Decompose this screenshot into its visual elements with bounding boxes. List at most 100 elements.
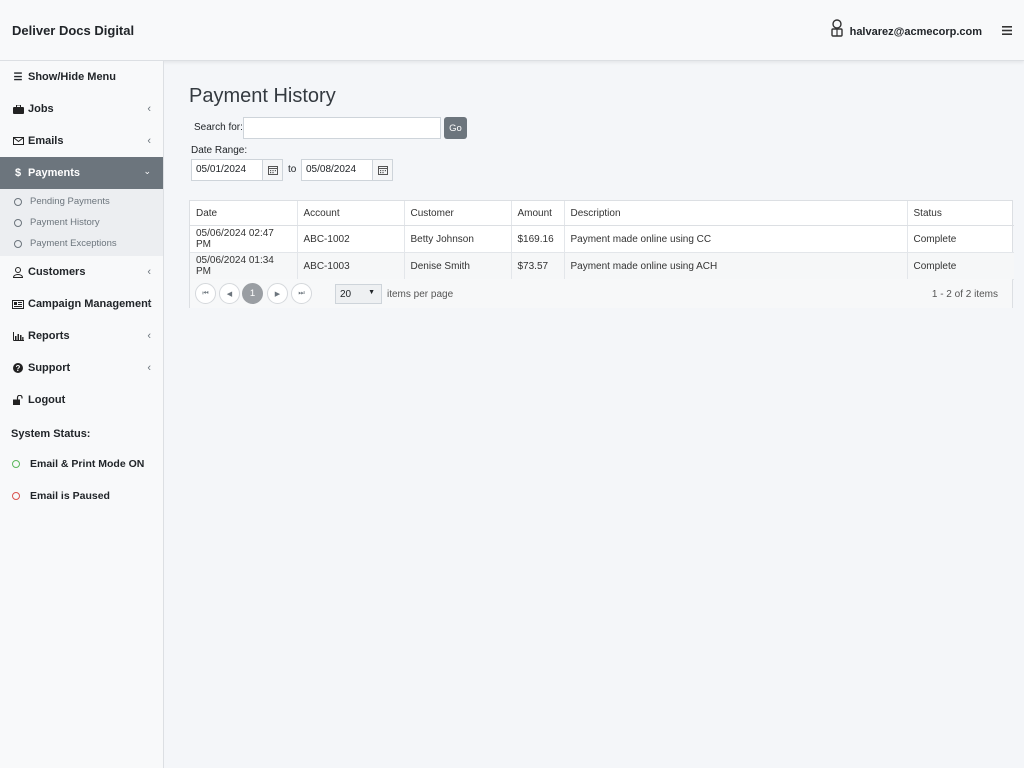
first-page-icon[interactable]: ⏮ [195, 283, 216, 304]
circle-icon [14, 197, 22, 206]
cell-description: Payment made online using CC [564, 225, 908, 253]
chevron-left-icon: ‹ [147, 362, 151, 374]
envelope-icon [12, 137, 24, 145]
cell-account: ABC-1003 [297, 252, 405, 280]
next-page-icon[interactable]: ▶ [267, 283, 288, 304]
column-header-status[interactable]: Status [907, 201, 1014, 226]
unlock-icon [12, 395, 24, 405]
grid-header-row: Date Account Customer Amount Description… [190, 201, 1014, 226]
user-icon [12, 266, 24, 278]
page-title: Payment History [189, 85, 336, 107]
pager-info: 1 - 2 of 2 items [931, 289, 998, 300]
column-header-amount[interactable]: Amount [511, 201, 565, 226]
sidebar-item-jobs[interactable]: Jobs ‹ [0, 93, 163, 125]
chevron-left-icon: ‹ [147, 330, 151, 342]
column-header-customer[interactable]: Customer [404, 201, 512, 226]
chevron-down-icon: ⌄ [143, 166, 151, 176]
menu-icon: ☰ [13, 71, 23, 83]
sidebar-subitem-payment-history[interactable]: Payment History [0, 212, 163, 233]
sidebar-item-reports[interactable]: Reports ‹ [0, 320, 163, 352]
newspaper-icon [12, 299, 24, 309]
dollar-icon: $ [14, 167, 22, 179]
payments-submenu: Pending Payments Payment History Payment… [0, 189, 163, 256]
cell-status: Complete [907, 252, 1014, 280]
page-size-value: 20 [340, 289, 352, 300]
cell-description: Payment made online using ACH [564, 252, 908, 280]
payment-history-grid: Date Account Customer Amount Description… [189, 200, 1014, 308]
date-from-calendar-button[interactable] [262, 159, 283, 181]
user-menu[interactable]: halvarez@acmecorp.com [830, 18, 982, 38]
question-circle-icon: ? [12, 363, 24, 373]
sidebar-item-label: Campaign Management [28, 298, 152, 310]
user-avatar-icon [830, 19, 843, 37]
sidebar-item-label: Emails [28, 135, 64, 147]
date-range-label: Date Range: [191, 145, 248, 156]
sidebar-item-label: Reports [28, 330, 70, 342]
brand-title: Deliver Docs Digital [12, 23, 135, 38]
sidebar-item-customers[interactable]: Customers ‹ [0, 256, 163, 288]
cell-date: 05/06/2024 02:47 PM [190, 225, 298, 253]
column-header-date[interactable]: Date [190, 201, 298, 226]
last-page-icon[interactable]: ⏭ [291, 283, 312, 304]
status-email-print-mode: Email & Print Mode ON [0, 448, 163, 480]
user-email: halvarez@acmecorp.com [849, 26, 982, 38]
current-page-button[interactable]: 1 [242, 283, 263, 304]
grid-pager: ⏮ ◀ 1 ▶ ⏭ 20 ▼ items per page 1 - 2 of 2… [190, 279, 1012, 308]
date-to-calendar-button[interactable] [372, 159, 393, 181]
sidebar-item-campaign-management[interactable]: Campaign Management ‹ [0, 288, 163, 320]
sidebar-item-label: Logout [28, 394, 66, 406]
sidebar-item-label: Show/Hide Menu [28, 71, 116, 83]
sidebar-item-label: Jobs [28, 103, 54, 115]
column-header-account[interactable]: Account [297, 201, 405, 226]
status-paused-icon [12, 492, 20, 500]
system-status-title: System Status: [11, 428, 91, 440]
search-label: Search for: [194, 122, 243, 133]
cell-amount: $73.57 [511, 252, 565, 280]
calendar-icon [377, 166, 388, 175]
sidebar-item-label: Customers [28, 266, 86, 278]
chevron-left-icon: ‹ [147, 266, 151, 278]
sidebar-subitem-label: Pending Payments [30, 196, 110, 207]
date-to-input[interactable]: 05/08/2024 [301, 159, 373, 181]
go-button[interactable]: Go [444, 117, 467, 139]
briefcase-icon [12, 104, 24, 114]
date-from-input[interactable]: 05/01/2024 [191, 159, 263, 181]
cell-status: Complete [907, 225, 1014, 253]
page-size-select[interactable]: 20 ▼ [335, 284, 382, 304]
cell-amount: $169.16 [511, 225, 565, 253]
table-row[interactable]: 05/06/2024 02:47 PM ABC-1002 Betty Johns… [190, 225, 1014, 253]
status-on-icon [12, 460, 20, 468]
sidebar-item-logout[interactable]: Logout [0, 384, 163, 416]
table-row[interactable]: 05/06/2024 01:34 PM ABC-1003 Denise Smit… [190, 252, 1014, 280]
status-label: Email is Paused [30, 490, 110, 502]
calendar-icon [267, 166, 278, 175]
top-header: Deliver Docs Digital halvarez@acmecorp.c… [0, 0, 1024, 61]
cell-customer: Denise Smith [404, 252, 512, 280]
circle-icon [14, 239, 22, 248]
date-range-to-label: to [288, 164, 297, 175]
sidebar-subitem-payment-exceptions[interactable]: Payment Exceptions [0, 233, 163, 254]
hamburger-menu-icon[interactable] [1002, 26, 1012, 35]
cell-date: 05/06/2024 01:34 PM [190, 252, 298, 280]
circle-icon [14, 218, 22, 227]
sidebar-item-emails[interactable]: Emails ‹ [0, 125, 163, 157]
search-input[interactable] [243, 117, 441, 139]
status-email-paused: Email is Paused [0, 480, 163, 512]
svg-text:?: ? [16, 364, 21, 373]
sidebar-item-label: Support [28, 362, 71, 374]
sidebar: ☰ Show/Hide Menu Jobs ‹ Emails ‹ $ Payme… [0, 61, 164, 768]
sidebar-item-payments[interactable]: $ Payments ⌄ [0, 157, 163, 189]
chevron-left-icon: ‹ [147, 135, 151, 147]
sidebar-subitem-pending-payments[interactable]: Pending Payments [0, 191, 163, 212]
sidebar-subitem-label: Payment Exceptions [30, 238, 117, 249]
bar-chart-icon [12, 331, 24, 341]
previous-page-icon[interactable]: ◀ [219, 283, 240, 304]
caret-down-icon: ▼ [368, 289, 375, 296]
status-label: Email & Print Mode ON [30, 458, 145, 470]
cell-customer: Betty Johnson [404, 225, 512, 253]
sidebar-item-show-hide-menu[interactable]: ☰ Show/Hide Menu [0, 61, 163, 93]
sidebar-item-label: Payments [28, 167, 80, 179]
items-per-page-label: items per page [387, 289, 454, 300]
sidebar-item-support[interactable]: ? Support ‹ [0, 352, 163, 384]
column-header-description[interactable]: Description [564, 201, 908, 226]
